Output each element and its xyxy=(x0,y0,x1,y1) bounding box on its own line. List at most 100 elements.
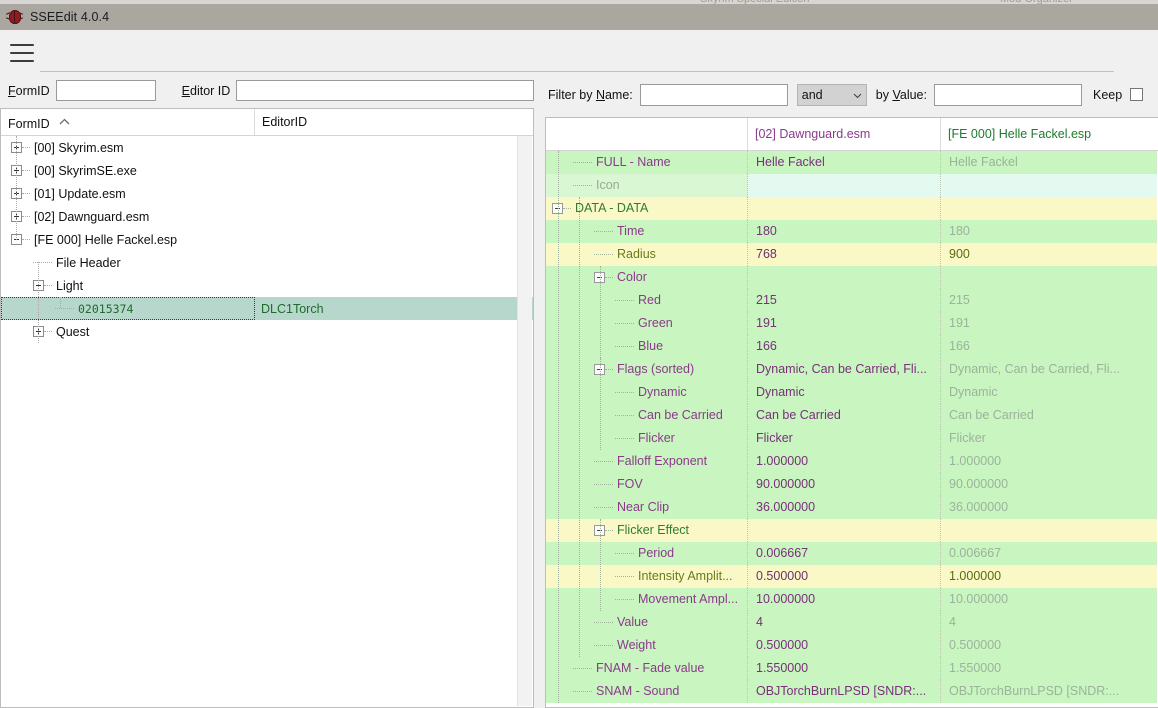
grid-row-dawnguard-cell[interactable] xyxy=(748,174,941,197)
grid-row-dawnguard-cell[interactable]: Dynamic xyxy=(748,381,941,404)
grid-row[interactable]: DATA - DATA xyxy=(546,197,1158,220)
tree-row[interactable]: 02015374DLC1Torch xyxy=(1,297,533,320)
grid-column-helle-fackel-label: [FE 000] Helle Fackel.esp xyxy=(948,127,1091,141)
grid-row-dawnguard-cell[interactable]: 191 xyxy=(748,312,941,335)
grid-row-helle-fackel-cell[interactable]: OBJTorchBurnLPSD [SNDR:... xyxy=(941,680,1157,703)
grid-row-helle-fackel-cell[interactable]: 180 xyxy=(941,220,1157,243)
grid-row-helle-fackel-cell[interactable] xyxy=(941,519,1157,542)
grid-row-helle-fackel-cell[interactable]: 36.000000 xyxy=(941,496,1157,519)
panel-splitter[interactable] xyxy=(534,72,542,708)
grid-row[interactable]: Falloff Exponent1.0000001.000000 xyxy=(546,450,1158,473)
grid-row-dawnguard-cell[interactable]: 180 xyxy=(748,220,941,243)
grid-row-helle-fackel-cell[interactable] xyxy=(941,174,1157,197)
grid-row-dawnguard-cell[interactable]: Can be Carried xyxy=(748,404,941,427)
tree-row[interactable]: Quest xyxy=(1,320,533,343)
grid-cell-value: Dynamic, Can be Carried, Fli... xyxy=(949,362,1120,376)
tree-row[interactable]: [FE 000] Helle Fackel.esp xyxy=(1,228,533,251)
grid-row-dawnguard-cell[interactable]: 4 xyxy=(748,611,941,634)
grid-row[interactable]: Near Clip36.00000036.000000 xyxy=(546,496,1158,519)
grid-column-helle-fackel[interactable]: [FE 000] Helle Fackel.esp xyxy=(941,118,1157,150)
grid-row-dawnguard-cell[interactable] xyxy=(748,197,941,220)
tree-row[interactable]: File Header xyxy=(1,251,533,274)
grid-row-dawnguard-cell[interactable]: OBJTorchBurnLPSD [SNDR:... xyxy=(748,680,941,703)
editorid-input[interactable] xyxy=(236,80,534,101)
grid-row[interactable]: DynamicDynamicDynamic xyxy=(546,381,1158,404)
tree-row[interactable]: [02] Dawnguard.esm xyxy=(1,205,533,228)
tree-vertical-scrollbar[interactable] xyxy=(517,136,532,706)
tree-row[interactable]: [00] Skyrim.esm xyxy=(1,136,533,159)
grid-row-dawnguard-cell[interactable] xyxy=(748,519,941,542)
grid-column-element[interactable] xyxy=(546,118,748,150)
tree-row[interactable]: [00] SkyrimSE.exe xyxy=(1,159,533,182)
grid-row[interactable]: FNAM - Fade value1.5500001.550000 xyxy=(546,657,1158,680)
tree-row-formid-cell: [01] Update.esm xyxy=(1,182,255,205)
hamburger-menu-icon[interactable] xyxy=(10,42,34,64)
grid-row[interactable]: Green191191 xyxy=(546,312,1158,335)
grid-row-helle-fackel-cell[interactable]: 0.500000 xyxy=(941,634,1157,657)
grid-row-dawnguard-cell[interactable]: 0.500000 xyxy=(748,634,941,657)
grid-row-dawnguard-cell[interactable]: 0.006667 xyxy=(748,542,941,565)
grid-row[interactable]: FOV90.00000090.000000 xyxy=(546,473,1158,496)
grid-row-helle-fackel-cell[interactable]: 191 xyxy=(941,312,1157,335)
grid-row-helle-fackel-cell[interactable]: Dynamic xyxy=(941,381,1157,404)
grid-row[interactable]: Red215215 xyxy=(546,289,1158,312)
grid-row-helle-fackel-cell[interactable]: Flicker xyxy=(941,427,1157,450)
grid-row[interactable]: FlickerFlickerFlicker xyxy=(546,427,1158,450)
grid-row-dawnguard-cell[interactable]: 90.000000 xyxy=(748,473,941,496)
grid-row-dawnguard-cell[interactable]: 166 xyxy=(748,335,941,358)
grid-row-dawnguard-cell[interactable] xyxy=(748,266,941,289)
formid-input[interactable] xyxy=(56,80,156,101)
grid-row[interactable]: Weight0.5000000.500000 xyxy=(546,634,1158,657)
grid-row-helle-fackel-cell[interactable]: 10.000000 xyxy=(941,588,1157,611)
grid-row-dawnguard-cell[interactable]: Flicker xyxy=(748,427,941,450)
grid-row[interactable]: Time180180 xyxy=(546,220,1158,243)
grid-connector xyxy=(573,668,592,670)
grid-row[interactable]: Flags (sorted)Dynamic, Can be Carried, F… xyxy=(546,358,1158,381)
grid-row[interactable]: Intensity Amplit...0.5000001.000000 xyxy=(546,565,1158,588)
tree-column-editorid[interactable]: EditorID xyxy=(255,109,517,135)
grid-row[interactable]: Movement Ampl...10.00000010.000000 xyxy=(546,588,1158,611)
grid-row-helle-fackel-cell[interactable] xyxy=(941,197,1157,220)
grid-row-dawnguard-cell[interactable]: Dynamic, Can be Carried, Fli... xyxy=(748,358,941,381)
grid-row[interactable]: Value44 xyxy=(546,611,1158,634)
grid-row-helle-fackel-cell[interactable]: Dynamic, Can be Carried, Fli... xyxy=(941,358,1157,381)
grid-row-helle-fackel-cell[interactable]: 1.000000 xyxy=(941,450,1157,473)
grid-row[interactable]: Blue166166 xyxy=(546,335,1158,358)
tree-row[interactable]: [01] Update.esm xyxy=(1,182,533,205)
filter-by-name-input[interactable] xyxy=(640,84,788,106)
grid-row-helle-fackel-cell[interactable]: 215 xyxy=(941,289,1157,312)
grid-row-helle-fackel-cell[interactable]: 4 xyxy=(941,611,1157,634)
tree-column-formid[interactable]: FormID xyxy=(1,109,255,135)
grid-row-helle-fackel-cell[interactable]: 0.006667 xyxy=(941,542,1157,565)
grid-row-helle-fackel-cell[interactable]: 900 xyxy=(941,243,1157,266)
grid-row-dawnguard-cell[interactable]: 0.500000 xyxy=(748,565,941,588)
grid-row-dawnguard-cell[interactable]: 215 xyxy=(748,289,941,312)
grid-row-helle-fackel-cell[interactable]: Can be Carried xyxy=(941,404,1157,427)
tree-connector xyxy=(44,285,52,287)
filter-by-value-input[interactable] xyxy=(934,84,1082,106)
grid-row[interactable]: Color xyxy=(546,266,1158,289)
grid-row-dawnguard-cell[interactable]: 1.000000 xyxy=(748,450,941,473)
grid-row[interactable]: Period0.0066670.006667 xyxy=(546,542,1158,565)
keep-checkbox[interactable] xyxy=(1130,88,1143,101)
grid-row-dawnguard-cell[interactable]: Helle Fackel xyxy=(748,151,941,174)
grid-row-helle-fackel-cell[interactable]: Helle Fackel xyxy=(941,151,1157,174)
grid-row-helle-fackel-cell[interactable] xyxy=(941,266,1157,289)
grid-row-helle-fackel-cell[interactable]: 166 xyxy=(941,335,1157,358)
grid-row[interactable]: SNAM - SoundOBJTorchBurnLPSD [SNDR:...OB… xyxy=(546,680,1158,703)
grid-row[interactable]: FULL - NameHelle FackelHelle Fackel xyxy=(546,151,1158,174)
grid-column-dawnguard[interactable]: [02] Dawnguard.esm xyxy=(748,118,941,150)
grid-row-helle-fackel-cell[interactable]: 90.000000 xyxy=(941,473,1157,496)
grid-row-helle-fackel-cell[interactable]: 1.000000 xyxy=(941,565,1157,588)
grid-row-dawnguard-cell[interactable]: 1.550000 xyxy=(748,657,941,680)
grid-row[interactable]: Flicker Effect xyxy=(546,519,1158,542)
grid-row-helle-fackel-cell[interactable]: 1.550000 xyxy=(941,657,1157,680)
grid-row[interactable]: Radius768900 xyxy=(546,243,1158,266)
grid-row-dawnguard-cell[interactable]: 36.000000 xyxy=(748,496,941,519)
tree-row[interactable]: Light xyxy=(1,274,533,297)
grid-row[interactable]: Icon xyxy=(546,174,1158,197)
grid-row-dawnguard-cell[interactable]: 10.000000 xyxy=(748,588,941,611)
filter-operator-select[interactable]: and xyxy=(797,84,867,106)
grid-row[interactable]: Can be CarriedCan be CarriedCan be Carri… xyxy=(546,404,1158,427)
grid-row-dawnguard-cell[interactable]: 768 xyxy=(748,243,941,266)
